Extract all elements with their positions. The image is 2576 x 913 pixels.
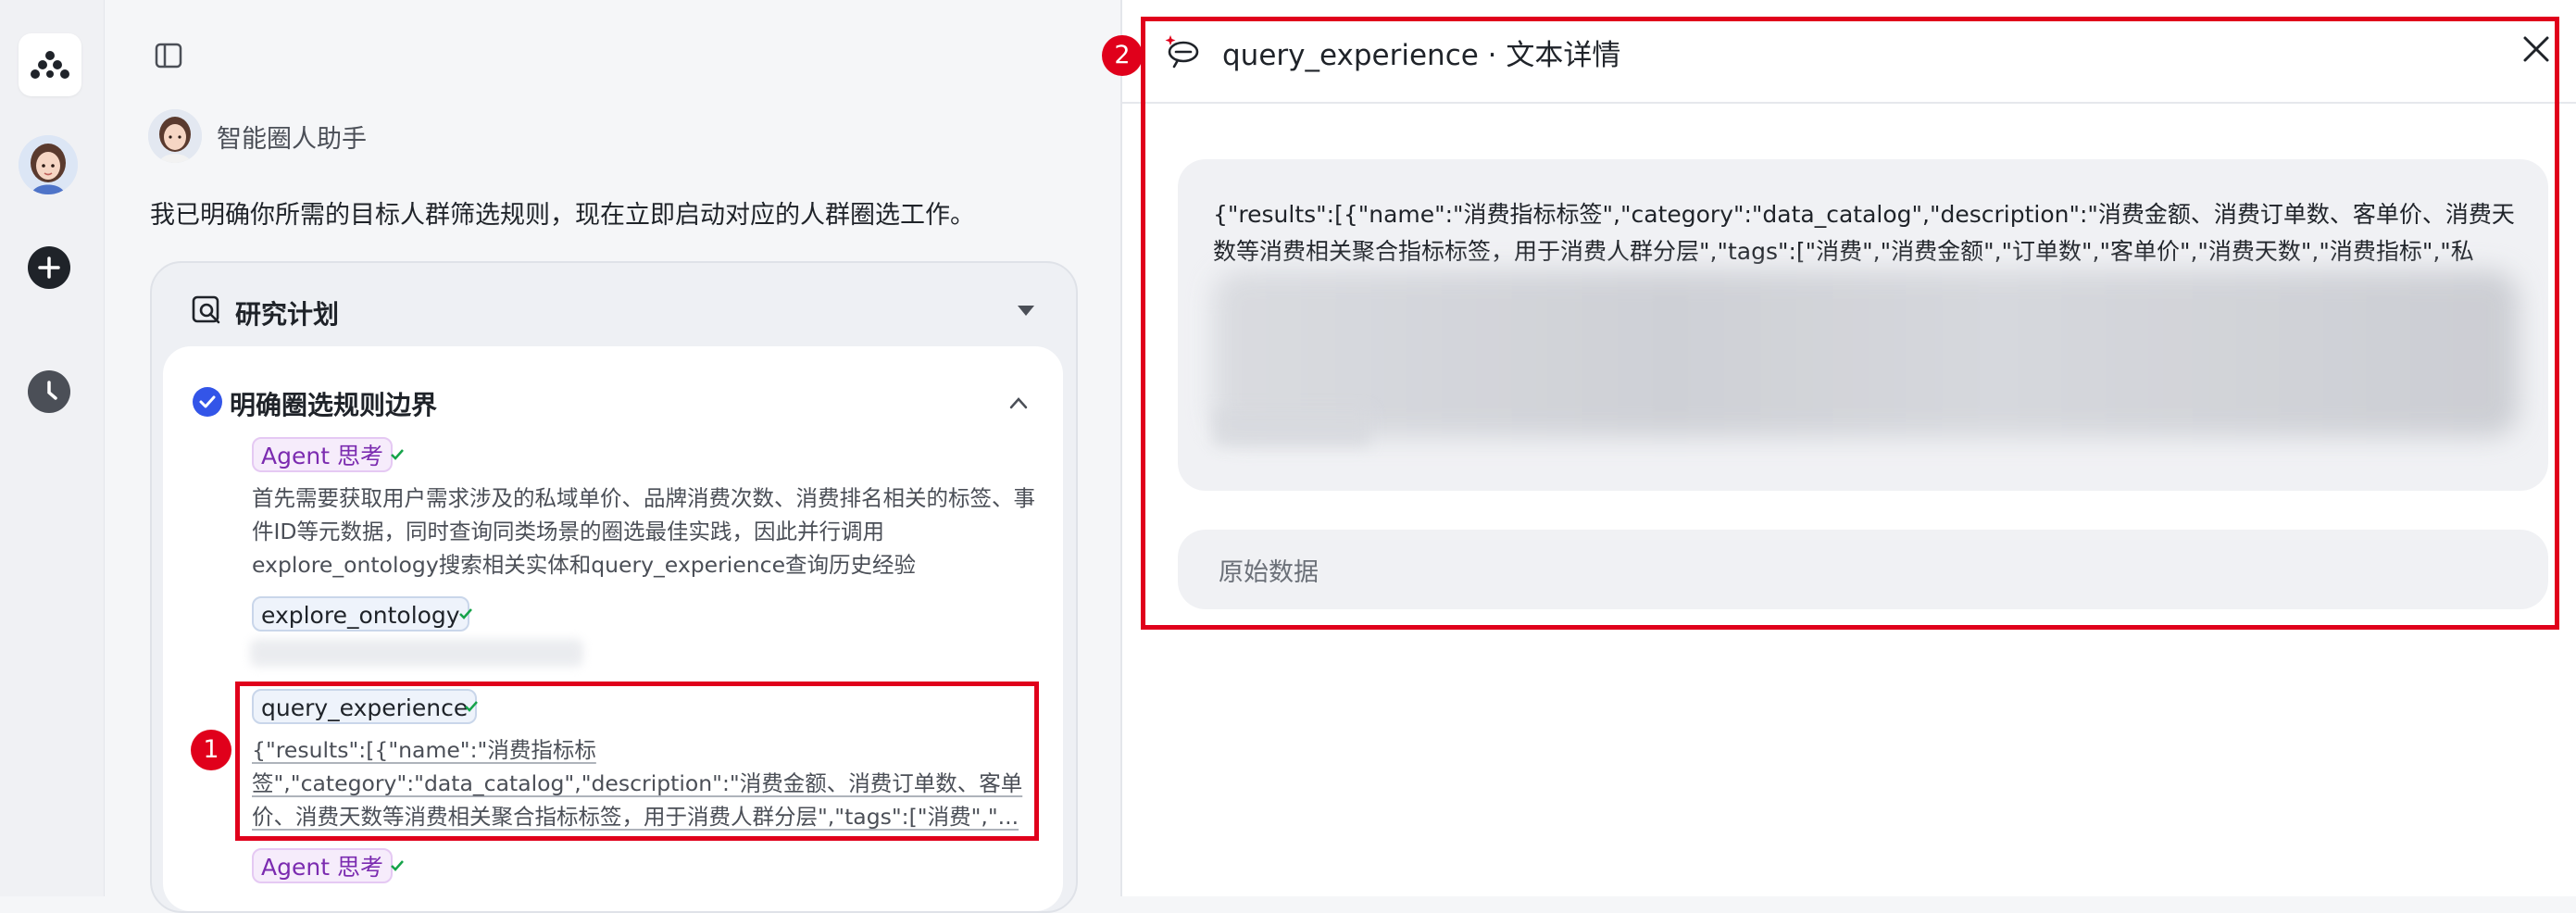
step-title: 明确圈选规则边界 (230, 390, 438, 420)
annotation-badge-2: 2 (1102, 35, 1143, 76)
blurred-result (250, 639, 583, 667)
plus-icon[interactable] (28, 246, 70, 289)
intro-message: 我已明确你所需的目标人群筛选规则，现在立即启动对应的人群圈选工作。 (150, 201, 975, 230)
check-icon (457, 606, 474, 622)
tool-tag-explore-ontology[interactable]: explore_ontology (252, 596, 469, 632)
chevron-up-icon[interactable] (1007, 394, 1030, 411)
search-document-icon (191, 294, 222, 326)
caret-down-icon[interactable] (1015, 302, 1037, 319)
clock-icon[interactable] (28, 370, 70, 413)
agent-thinking-tag[interactable]: Agent 思考 (252, 437, 393, 472)
brand-logo-icon[interactable] (19, 33, 81, 96)
annotation-box-2 (1141, 17, 2559, 630)
sidebar-toggle-icon[interactable] (152, 39, 185, 72)
plan-title: 研究计划 (235, 299, 340, 330)
agent-name: 智能圈人助手 (217, 125, 367, 154)
agent-thinking-tag[interactable]: Agent 思考 (252, 848, 393, 883)
annotation-box-1 (235, 682, 1039, 841)
annotation-badge-1: 1 (191, 730, 231, 770)
check-icon (389, 857, 406, 874)
agent-thinking-text: 首先需要获取用户需求涉及的私域单价、品牌消费次数、消费排名相关的标签、事件ID等… (252, 485, 1035, 578)
check-circle-icon (193, 387, 222, 417)
left-rail (0, 0, 106, 896)
agent-avatar (148, 109, 202, 163)
user-avatar[interactable] (19, 135, 78, 194)
check-icon (389, 446, 406, 463)
